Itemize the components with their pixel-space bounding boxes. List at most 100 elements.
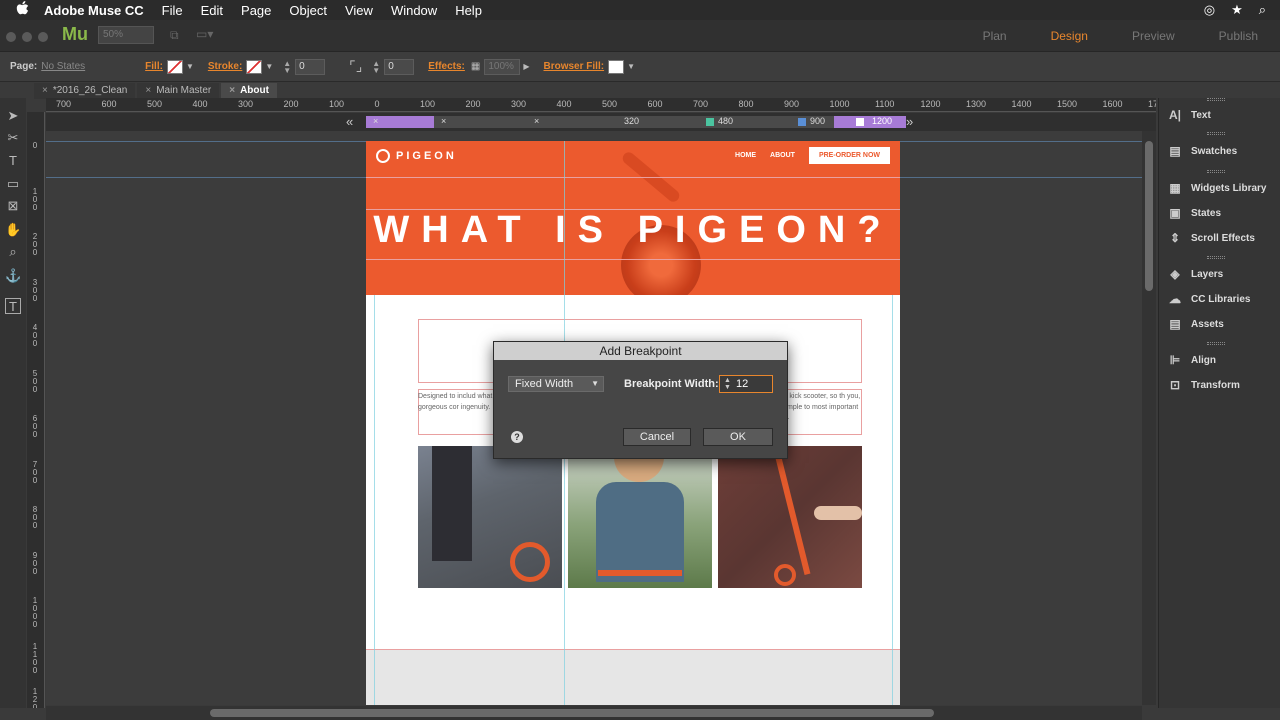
zoom-select[interactable]: 50% [98, 26, 154, 44]
double-chevron-right-icon[interactable]: » [906, 114, 913, 129]
tab-publish[interactable]: Publish [1219, 29, 1258, 43]
image-frame-tool-icon[interactable]: ⊠ [5, 198, 21, 214]
breakpoint-track[interactable]: × × × 320 480 900 1200 [366, 116, 906, 128]
site-logo[interactable]: PIGEON [376, 149, 457, 163]
selection-tool-icon[interactable]: ➤ [5, 108, 21, 124]
tab-design[interactable]: Design [1051, 29, 1088, 43]
panel-widgets-library[interactable]: ▦ Widgets Library [1167, 181, 1266, 195]
browser-fill-label[interactable]: Browser Fill: [544, 61, 605, 72]
panel-grip[interactable] [1207, 98, 1225, 101]
cancel-button[interactable]: Cancel [623, 428, 691, 446]
close-icon[interactable]: × [441, 116, 446, 126]
close-icon[interactable]: × [145, 85, 151, 96]
panel-states[interactable]: ▣ States [1167, 206, 1221, 220]
tab-main-master[interactable]: × Main Master [137, 83, 220, 99]
panel-cc-libraries[interactable]: ☁ CC Libraries [1167, 292, 1250, 306]
stroke-width-input[interactable]: 0 [295, 58, 326, 75]
chevron-down-icon[interactable]: ▼ [186, 62, 194, 71]
rectangle-tool-icon[interactable]: ▭ [5, 176, 21, 192]
browser-fill-swatch[interactable] [608, 59, 625, 74]
corner-stepper[interactable]: ▲ ▼ [372, 59, 380, 74]
panel-layers[interactable]: ◈ Layers [1167, 267, 1223, 281]
stroke-swatch[interactable] [246, 59, 263, 74]
chevron-down-icon[interactable]: ▼ [627, 62, 635, 71]
window-minimize-button[interactable] [22, 32, 32, 42]
breakpoint-width-input[interactable]: ▲ ▼ 12 [719, 375, 773, 393]
menu-help[interactable]: Help [455, 3, 482, 18]
breakpoint-marker-900[interactable] [798, 118, 806, 126]
menu-window[interactable]: Window [391, 3, 437, 18]
window-close-button[interactable] [6, 32, 16, 42]
fill-label[interactable]: Fill: [145, 61, 163, 72]
breakpoint-mode-select[interactable]: Fixed Width ▼ [508, 376, 604, 392]
tab-about[interactable]: × About [221, 83, 277, 99]
page-states-value[interactable]: No States [41, 61, 85, 72]
fill-swatch[interactable] [166, 59, 183, 74]
width-stepper[interactable]: ▲ ▼ [724, 377, 731, 391]
panel-swatches[interactable]: ▤ Swatches [1167, 144, 1237, 158]
zoom-tool-icon[interactable]: ⌕ [5, 244, 21, 260]
preorder-button[interactable]: PRE-ORDER NOW [808, 147, 890, 164]
stroke-label[interactable]: Stroke: [208, 61, 242, 72]
effects-label[interactable]: Effects: [428, 61, 465, 72]
breakpoint-range-1200[interactable] [834, 116, 906, 128]
photo-woman-scooter[interactable] [568, 446, 712, 588]
effects-grid-icon[interactable]: ▦ [471, 61, 480, 72]
opacity-input[interactable]: 100% [484, 58, 521, 75]
hero-headline[interactable]: WHAT IS PIGEON? [366, 209, 900, 252]
hero-section[interactable]: PIGEON HOME ABOUT PRE-ORDER NOW WHAT IS … [366, 141, 900, 295]
breakpoint-marker-480[interactable] [706, 118, 714, 126]
apple-icon[interactable] [16, 1, 32, 19]
panel-scroll-effects[interactable]: ⇕ Scroll Effects [1167, 231, 1255, 245]
text-tool-icon[interactable]: T [5, 153, 21, 169]
vertical-scrollbar[interactable] [1142, 131, 1156, 705]
anchor-tool-icon[interactable]: ⚓ [5, 268, 21, 284]
breakpoint-marker-1200[interactable] [856, 118, 864, 126]
panel-transform[interactable]: ⊡ Transform [1167, 378, 1240, 392]
panel-grip[interactable] [1207, 256, 1225, 259]
photo-scooter-rider[interactable] [418, 446, 562, 588]
menu-view[interactable]: View [345, 3, 373, 18]
menu-object[interactable]: Object [289, 3, 327, 18]
view-options-icon[interactable]: ▭▾ [196, 27, 213, 41]
nav-home[interactable]: HOME [735, 152, 756, 159]
nav-about[interactable]: ABOUT [770, 152, 795, 159]
chevron-right-icon[interactable]: ▶ [523, 62, 529, 71]
stroke-stepper[interactable]: ▲ ▼ [283, 59, 291, 74]
panel-assets[interactable]: ▤ Assets [1167, 317, 1223, 331]
chevron-down-icon[interactable]: ▼ [265, 62, 273, 71]
tab-plan[interactable]: Plan [983, 29, 1007, 43]
crop-tool-icon[interactable]: ✂ [5, 130, 21, 146]
menu-file[interactable]: File [162, 3, 183, 18]
menu-edit[interactable]: Edit [201, 3, 223, 18]
footer-band[interactable] [366, 649, 900, 705]
panel-text[interactable]: A| Text [1167, 108, 1211, 122]
tab-site[interactable]: × *2016_26_Clean [34, 83, 136, 99]
panel-grip[interactable] [1207, 132, 1225, 135]
double-chevron-left-icon[interactable]: « [346, 114, 353, 129]
arrange-icon[interactable]: ⧉ [170, 28, 179, 43]
close-icon[interactable]: × [42, 85, 48, 96]
star-icon[interactable]: ★ [1231, 2, 1243, 18]
photo-scooter-wall[interactable] [718, 446, 862, 588]
scrollbar-thumb[interactable] [1145, 141, 1153, 291]
hand-tool-icon[interactable]: ✋ [5, 222, 21, 238]
siri-icon[interactable]: ◎ [1204, 2, 1215, 18]
scrollbar-thumb[interactable] [210, 709, 934, 717]
panel-grip[interactable] [1207, 170, 1225, 173]
text-frame-tool-icon[interactable]: T [5, 298, 21, 314]
tab-preview[interactable]: Preview [1132, 29, 1175, 43]
panel-grip[interactable] [1207, 342, 1225, 345]
close-icon[interactable]: × [373, 116, 378, 126]
help-icon[interactable]: ? [511, 431, 523, 443]
spotlight-search-icon[interactable]: ⌕ [1259, 2, 1266, 18]
close-icon[interactable]: × [229, 85, 235, 96]
menu-page[interactable]: Page [241, 3, 271, 18]
horizontal-scrollbar[interactable] [46, 706, 1142, 720]
app-name-menu[interactable]: Adobe Muse CC [44, 3, 144, 18]
close-icon[interactable]: × [534, 116, 539, 126]
ok-button[interactable]: OK [703, 428, 773, 446]
window-zoom-button[interactable] [38, 32, 48, 42]
corner-radius-input[interactable]: 0 [384, 58, 415, 75]
panel-align[interactable]: ⊫ Align [1167, 353, 1216, 367]
